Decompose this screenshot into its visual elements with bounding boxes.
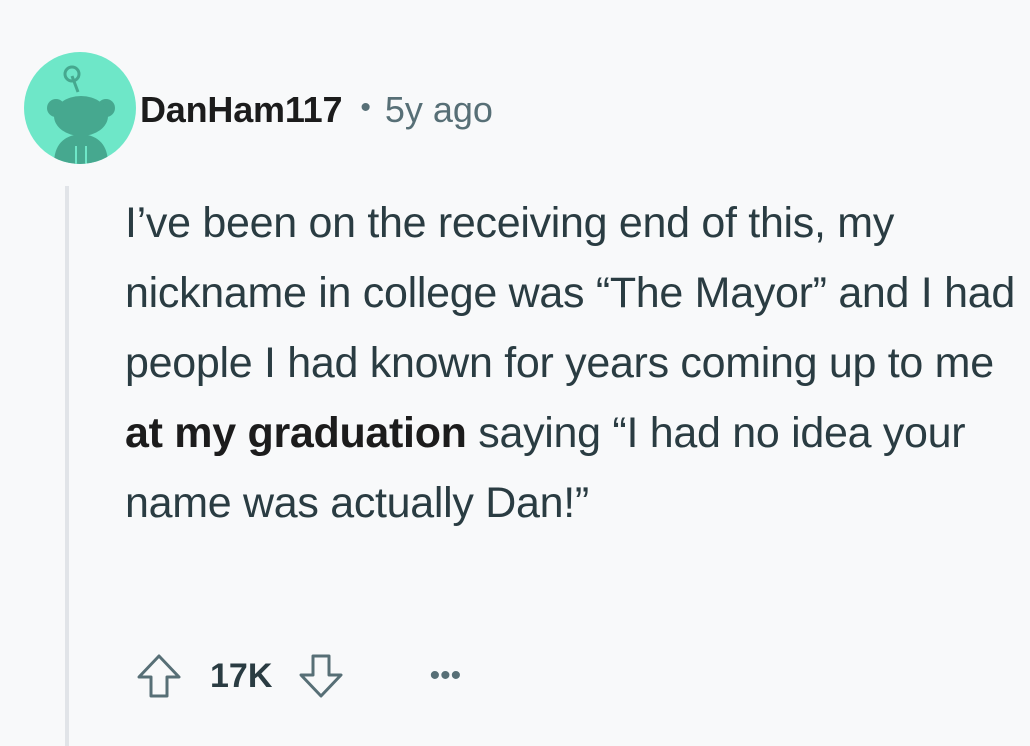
more-options-button[interactable]: •••	[420, 651, 470, 701]
comment-actions: 17K •••	[130, 644, 470, 708]
arrow-down-outline-icon	[299, 654, 343, 698]
username[interactable]: DanHam117	[140, 89, 343, 131]
comment-meta: DanHam117 • 5y ago	[140, 86, 493, 134]
comment-body-text: I’ve been on the receiving end of this, …	[125, 199, 1015, 387]
vote-score: 17K	[210, 656, 273, 695]
comment-body: I’ve been on the receiving end of this, …	[125, 188, 1015, 538]
downvote-button[interactable]	[292, 647, 350, 705]
arrow-up-outline-icon	[137, 654, 181, 698]
ellipsis-icon: •••	[429, 659, 462, 692]
upvote-button[interactable]	[130, 647, 188, 705]
user-avatar[interactable]	[24, 52, 136, 164]
comment-age[interactable]: 5y ago	[385, 89, 493, 131]
snoo-icon	[47, 65, 115, 164]
comment: DanHam117 • 5y ago I’ve been on the rece…	[0, 0, 1030, 746]
comment-body-bold: at my graduation	[125, 409, 467, 457]
meta-separator: •	[360, 91, 371, 124]
thread-line[interactable]	[65, 186, 69, 746]
